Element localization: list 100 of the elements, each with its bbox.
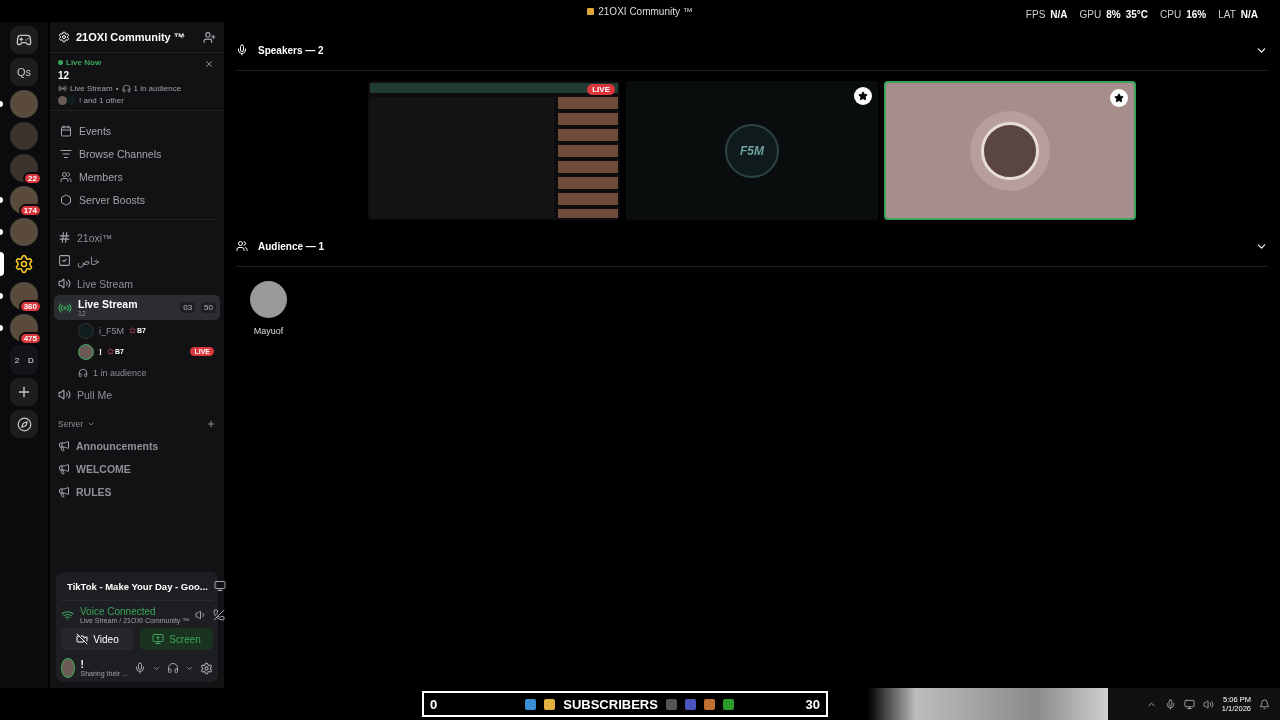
app-icon[interactable] (684, 698, 696, 710)
monitor-icon[interactable] (1183, 698, 1195, 710)
add-server-button[interactable] (10, 378, 38, 406)
notification-badge: 22 (23, 172, 42, 185)
overlay-label: SUBSCRIBERS (563, 696, 658, 712)
settings-icon[interactable] (200, 661, 213, 675)
server-badge-icon (58, 31, 70, 43)
speaker-tile[interactable] (884, 81, 1136, 220)
channel-item[interactable]: خاص (54, 249, 220, 272)
notification-badge: 360 (18, 300, 42, 313)
live-now-label: Live Now (58, 58, 216, 67)
performance-stat: FPS N/A (1025, 9, 1068, 20)
notification-icon[interactable] (1259, 698, 1270, 710)
subscriber-count: 0 (430, 696, 438, 712)
channel-item[interactable]: Live Stream (54, 272, 220, 295)
subscriber-goal: 30 (805, 696, 820, 712)
server-indicator (0, 252, 4, 276)
section-heading: Speakers — 2 (258, 44, 325, 56)
invite-icon[interactable] (203, 30, 216, 44)
audience-count: 1 in audience (93, 367, 147, 378)
activity-title: TikTok - Make Your Day - Goo... (67, 580, 208, 592)
user-name[interactable]: ! (99, 346, 102, 357)
volume-icon[interactable] (1202, 698, 1214, 710)
stage-title: 12 (58, 70, 71, 81)
browse-icon (60, 147, 72, 160)
performance-stat: CPU 16% (1160, 9, 1207, 20)
separator: • (115, 84, 119, 93)
star-badge-icon (1110, 89, 1128, 107)
notification-badge: 475 (18, 332, 42, 345)
video-off-icon (76, 633, 89, 645)
server-icon[interactable] (10, 154, 38, 182)
category-header[interactable]: Server (58, 419, 84, 429)
compass-icon[interactable] (10, 410, 38, 438)
server-icon[interactable] (10, 282, 38, 310)
menu-item[interactable]: Members (56, 165, 218, 188)
voice-channel-icon (58, 388, 71, 401)
server-indicator (0, 197, 3, 203)
speaker-tile[interactable]: F5M (626, 81, 878, 220)
server-folder[interactable]: 2 D (10, 345, 38, 375)
audience-name[interactable]: Mayuof (253, 326, 284, 336)
close-icon[interactable] (204, 59, 214, 69)
plus-icon (16, 384, 32, 400)
signal-icon (61, 608, 74, 622)
stage-channel: Live Stream (70, 84, 113, 93)
mic-icon[interactable] (1164, 698, 1176, 710)
app-icon[interactable] (703, 698, 715, 710)
channel-item[interactable]: 21oxi™ (54, 226, 220, 249)
headphones-icon (78, 367, 88, 378)
announcement-channel-icon (58, 485, 70, 498)
live-badge: LIVE (587, 84, 615, 95)
plus-icon[interactable] (206, 419, 216, 429)
server-indicator (0, 229, 3, 235)
avatar[interactable] (250, 281, 287, 318)
channel-item[interactable]: Pull Me (54, 383, 220, 406)
participants: ! and 1 other (79, 96, 124, 105)
announcement-channel-icon (58, 439, 70, 452)
voice-status[interactable]: Voice Connected (80, 606, 190, 617)
rules-channel-icon (58, 254, 71, 267)
menu-item[interactable]: Events (56, 119, 218, 142)
performance-stat: GPU 8% 35°C (1079, 9, 1148, 20)
members-icon (60, 170, 72, 183)
channel-item[interactable]: WELCOME (54, 457, 220, 480)
announcement-channel-icon (58, 462, 70, 475)
server-indicator (0, 325, 3, 331)
audience-icon (236, 240, 248, 252)
disconnect-icon[interactable] (213, 609, 226, 621)
audience-count: 1 in audience (133, 84, 182, 93)
stage-channel-icon (58, 300, 72, 315)
stage-icon (58, 84, 67, 93)
mic-icon[interactable] (134, 662, 146, 674)
server-icon[interactable]: Qs (10, 58, 38, 86)
server-indicator (0, 293, 3, 299)
channel-item[interactable]: Announcements (54, 434, 220, 457)
notification-badge: 174 (18, 204, 42, 217)
window-title: 21OXI Community ™ (587, 5, 693, 17)
user-avatar[interactable] (61, 658, 75, 678)
user-name[interactable]: i_F5M (99, 325, 124, 336)
channel-item[interactable]: RULES (54, 480, 220, 503)
server-name[interactable]: 21OXI Community ™ (76, 31, 191, 43)
menu-item[interactable]: Browse Channels (56, 142, 218, 165)
discord-logo-icon[interactable] (10, 26, 38, 54)
screen-share-icon (152, 633, 165, 645)
boosts-icon (60, 193, 72, 206)
user-limit: 50 (201, 302, 216, 313)
headphones-icon (121, 84, 131, 93)
voice-channel-icon (58, 277, 71, 290)
avatar (981, 121, 1039, 180)
speaker-tile[interactable]: LIVE (368, 81, 620, 220)
channel-logo: F5M (725, 123, 779, 178)
menu-item[interactable]: Server Boosts (56, 188, 218, 211)
video-button[interactable]: Video (61, 628, 134, 650)
video-count: 03 (180, 302, 196, 313)
headphones-icon[interactable] (167, 662, 179, 674)
section-heading: Audience — 1 (258, 240, 326, 252)
text-channel-icon (58, 231, 71, 244)
mic-icon (236, 44, 248, 56)
user-name: ! (80, 659, 85, 670)
star-badge-icon (854, 87, 872, 105)
screen-button[interactable]: Screen (140, 628, 213, 650)
app-icon[interactable] (665, 698, 677, 710)
